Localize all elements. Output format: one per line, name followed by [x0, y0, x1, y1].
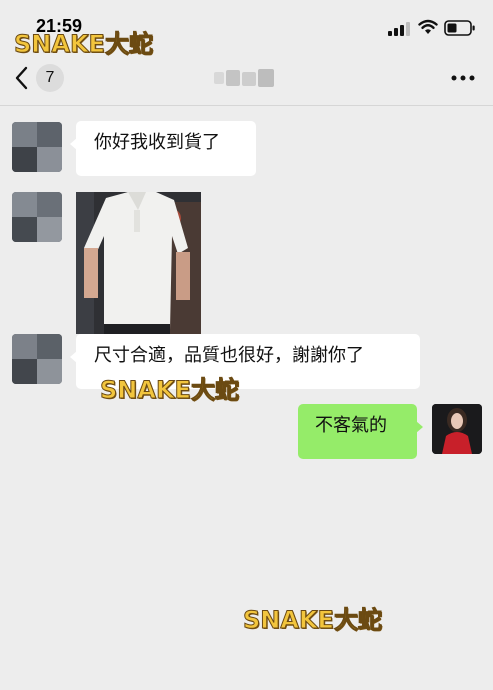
watermark: SNAKE大蛇	[243, 606, 383, 635]
unread-count-badge[interactable]: 7	[36, 64, 64, 92]
message-bubble[interactable]: 你好我收到貨了	[70, 121, 256, 176]
battery-icon	[444, 20, 475, 36]
wifi-icon	[418, 19, 438, 34]
message-text: 尺寸合適，品質也很好，謝謝你了	[94, 345, 364, 366]
contact-avatar[interactable]	[12, 334, 62, 384]
more-options-icon[interactable]	[451, 75, 475, 81]
photo-of-person-in-white-polo	[76, 192, 201, 334]
watermark: SNAKE大蛇	[14, 30, 154, 59]
contact-avatar[interactable]	[12, 122, 62, 172]
my-avatar[interactable]	[432, 404, 482, 454]
my-message-bubble[interactable]: 不客氣的	[298, 404, 423, 459]
image-message[interactable]	[76, 192, 201, 334]
avatar-photo	[432, 404, 482, 454]
cellular-signal-icon	[388, 22, 410, 36]
back-arrow-icon[interactable]	[14, 65, 30, 91]
chat-title-blurred	[212, 68, 282, 88]
watermark: SNAKE大蛇	[100, 376, 240, 405]
contact-avatar[interactable]	[12, 192, 62, 242]
message-text: 你好我收到貨了	[94, 132, 220, 153]
message-text: 不客氣的	[315, 415, 387, 436]
